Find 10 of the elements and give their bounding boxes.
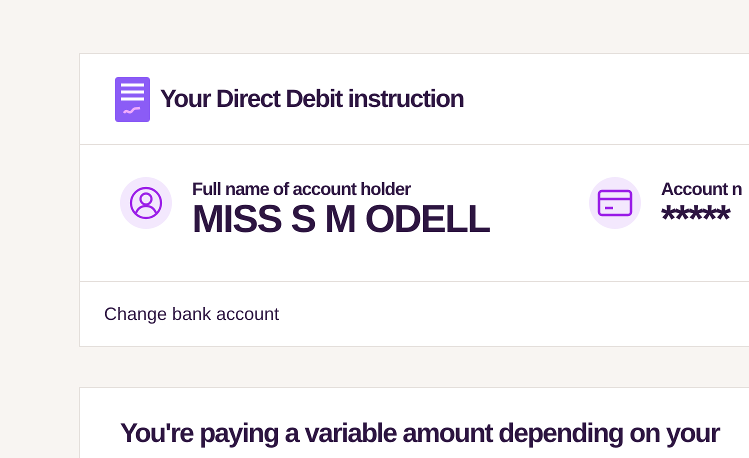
- detail-value: MISS S M ODELL: [192, 200, 490, 240]
- detail-label: Account n: [661, 179, 742, 200]
- user-icon: [129, 186, 163, 220]
- card-title: Your Direct Debit instruction: [160, 84, 464, 114]
- change-bank-account-link[interactable]: Change bank account: [104, 304, 280, 324]
- detail-label: Full name of account holder: [192, 179, 412, 200]
- detail-value: *****: [661, 200, 731, 240]
- document-icon: [115, 76, 150, 122]
- payment-heading: You're paying a variable amount depending on your: [120, 418, 721, 449]
- credit-card-icon: [597, 189, 633, 217]
